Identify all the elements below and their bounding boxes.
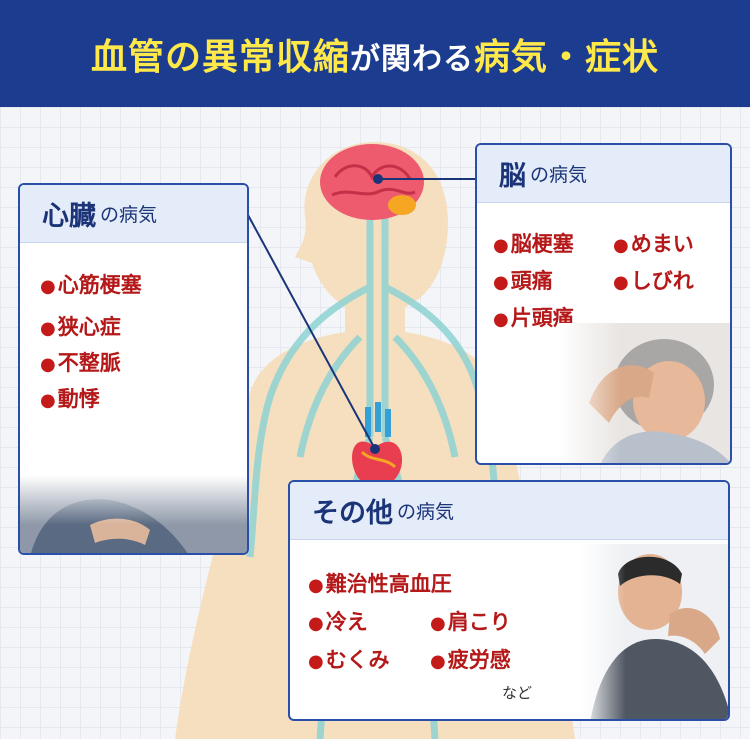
chest-pain-photo	[20, 475, 247, 553]
brain-card-header: 脳 の病気	[477, 145, 730, 203]
etc-note: など	[502, 684, 533, 702]
list-item: ●冷え	[308, 610, 368, 634]
brain-disease-card: 脳 の病気 ●脳梗塞 ●めまい ●頭痛 ●しびれ ●片頭痛	[475, 143, 732, 465]
other-card-title: その他	[312, 498, 393, 529]
banner-title-part2: が関わる	[350, 41, 474, 77]
headache-woman-photo	[559, 323, 730, 463]
list-item: ●心筋梗塞	[40, 273, 142, 297]
other-disease-card: その他 の病気 ●難治性高血圧 ●冷え ●肩こり ●むくみ ●疲労感 など	[288, 480, 730, 721]
brain-organ	[320, 144, 424, 220]
list-item: ●肩こり	[430, 610, 511, 634]
list-item: ●動悸	[40, 387, 100, 411]
other-card-suffix: の病気	[397, 501, 455, 523]
heart-card-header: 心臓 の病気	[20, 185, 247, 243]
list-item: ●むくみ	[308, 648, 390, 672]
banner-title-part3: 病気・症状	[474, 36, 660, 78]
list-item: ●しびれ	[613, 269, 694, 293]
brain-card-suffix: の病気	[530, 164, 588, 186]
banner-title: 血管の異常収縮が関わる病気・症状	[91, 28, 659, 80]
heart-card-title: 心臓	[42, 201, 96, 232]
brain-card-title: 脳	[499, 161, 526, 192]
shoulder-pain-man-photo	[580, 544, 728, 719]
list-item: ●難治性高血圧	[308, 572, 452, 596]
list-item: ●頭痛	[493, 269, 553, 293]
heart-disease-card: 心臓 の病気 ●心筋梗塞 ●狭心症 ●不整脈 ●動悸	[18, 183, 249, 555]
list-item: ●脳梗塞	[493, 232, 574, 256]
heart-card-suffix: の病気	[100, 204, 158, 226]
banner-title-part1: 血管の異常収縮	[90, 36, 350, 78]
list-item: ●不整脈	[40, 351, 121, 375]
list-item: ●めまい	[613, 232, 694, 256]
list-item: ●狭心症	[40, 315, 121, 339]
other-card-header: その他 の病気	[290, 482, 728, 540]
list-item: ●疲労感	[430, 648, 511, 672]
title-banner: 血管の異常収縮が関わる病気・症状	[0, 0, 750, 107]
